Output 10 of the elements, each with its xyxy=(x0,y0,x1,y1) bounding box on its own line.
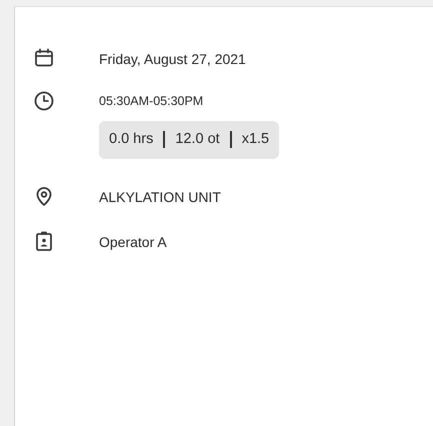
hours-stat-text: 0.0 hrs xyxy=(109,130,154,149)
clock-icon xyxy=(33,90,55,112)
role-text: Operator A xyxy=(99,232,167,252)
time-range-text: 05:30AM-05:30PM xyxy=(99,93,204,110)
location-text: ALKYLATION UNIT xyxy=(99,188,221,206)
date-text: Friday, August 27, 2021 xyxy=(99,50,246,69)
calendar-icon xyxy=(33,47,55,69)
hours-stat-text: 12.0 ot xyxy=(175,130,220,149)
hours-stat-text: x1.5 xyxy=(242,130,270,149)
id-badge-icon xyxy=(33,230,55,252)
